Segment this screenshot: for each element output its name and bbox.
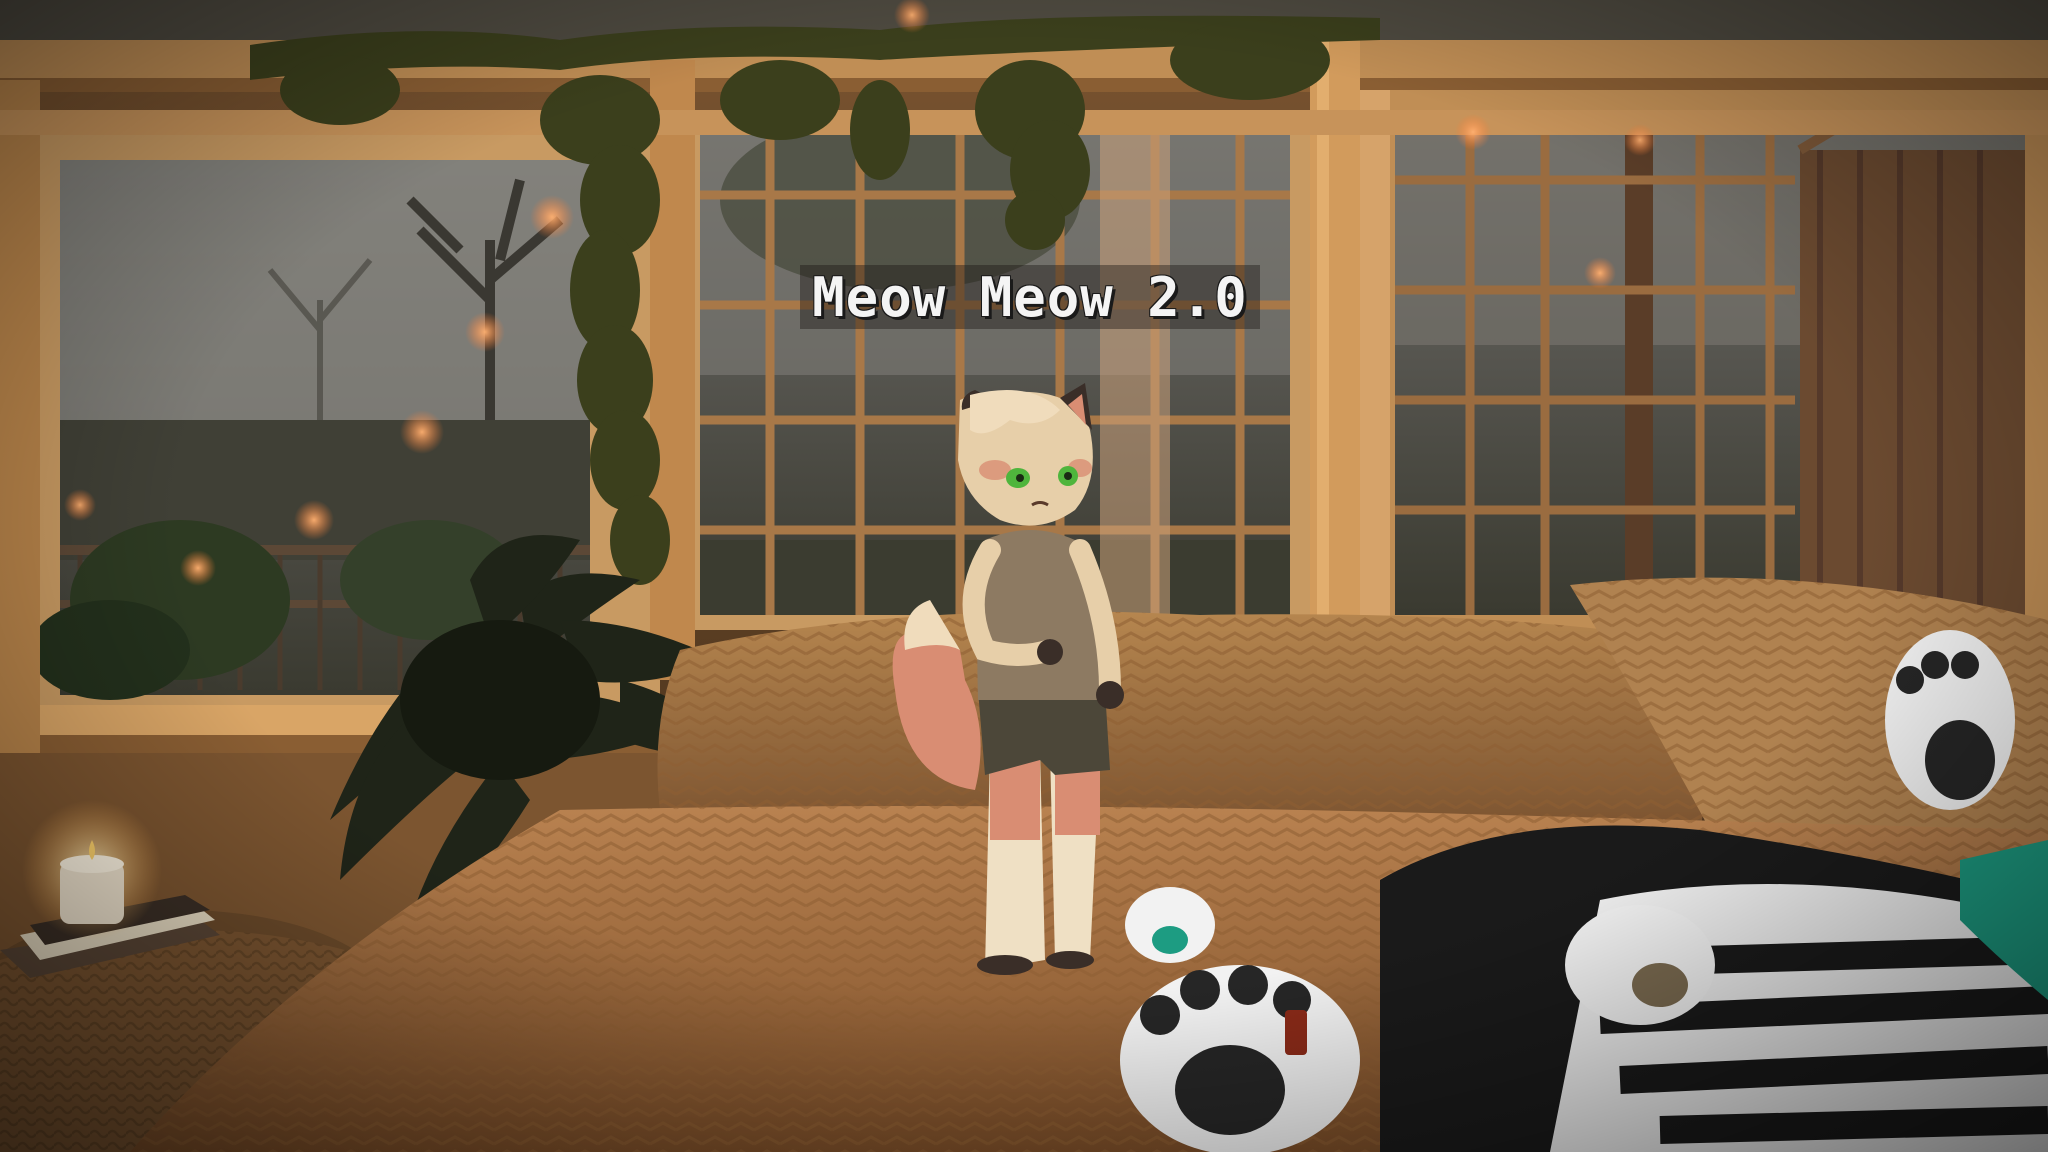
- player-nameplate: Meow Meow 2.0: [800, 265, 1260, 329]
- player-name: Meow Meow 2.0: [812, 265, 1248, 329]
- scene-drawing: [0, 0, 2048, 1152]
- game-viewport: Meow Meow 2.0: [0, 0, 2048, 1152]
